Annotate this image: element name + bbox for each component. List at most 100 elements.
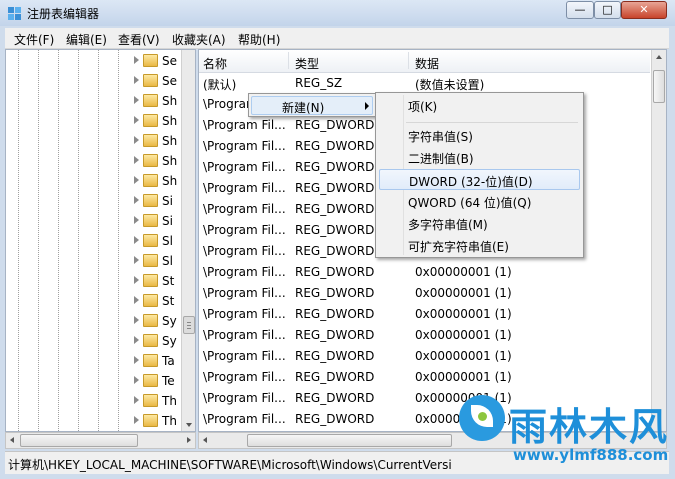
submenu-item-multi-string[interactable]: 多字符串值(M) — [379, 213, 580, 234]
tree-vertical-scrollbar[interactable] — [181, 50, 195, 431]
value-type: REG_DWORD — [295, 286, 375, 300]
table-row[interactable]: \Program Fil... REG_DWORD 0x00000001 (1) — [199, 325, 650, 346]
scroll-right-icon[interactable] — [187, 437, 191, 443]
scroll-up-icon[interactable] — [656, 55, 662, 59]
list-hscroll-thumb[interactable] — [247, 434, 452, 447]
submenu-item-string[interactable]: 字符串值(S) — [379, 125, 580, 146]
tree-item[interactable]: Si — [6, 211, 182, 231]
column-data-header[interactable]: 数据 — [415, 55, 439, 72]
menu-help[interactable]: 帮助(H) — [238, 31, 280, 48]
column-name-header[interactable]: 名称 — [203, 55, 227, 72]
tree-horizontal-scrollbar[interactable] — [5, 432, 196, 449]
tree-item[interactable]: Se — [6, 71, 182, 91]
expand-arrow-icon[interactable] — [134, 196, 139, 204]
expand-arrow-icon[interactable] — [134, 396, 139, 404]
value-name: \Program Fil... — [203, 412, 286, 426]
column-type-header[interactable]: 类型 — [295, 55, 319, 72]
tree-item[interactable]: St — [6, 291, 182, 311]
submenu-item-label: 项(K) — [408, 100, 438, 114]
tree-item[interactable]: Ta — [6, 351, 182, 371]
list-scroll-thumb[interactable] — [653, 70, 665, 103]
menu-view[interactable]: 查看(V) — [118, 31, 160, 48]
value-name: \Program Fil... — [203, 349, 286, 363]
tree-item[interactable]: Sh — [6, 111, 182, 131]
scroll-left-icon[interactable] — [10, 437, 14, 443]
folder-icon — [143, 254, 158, 267]
list-vertical-scrollbar[interactable] — [651, 50, 666, 431]
expand-arrow-icon[interactable] — [134, 416, 139, 424]
expand-arrow-icon[interactable] — [134, 96, 139, 104]
tree-item[interactable]: Th — [6, 411, 182, 431]
value-data: 0x00000001 (1) — [415, 286, 512, 300]
submenu-item-label: DWORD (32-位)值(D) — [409, 175, 533, 189]
expand-arrow-icon[interactable] — [134, 336, 139, 344]
folder-icon — [143, 374, 158, 387]
expand-arrow-icon[interactable] — [134, 376, 139, 384]
tree-item[interactable]: Sh — [6, 91, 182, 111]
tree-item-label: Sh — [162, 94, 178, 108]
context-menu-new-label: 新建(N) — [282, 101, 325, 115]
tree-item[interactable]: Sy — [6, 331, 182, 351]
scroll-left-icon[interactable] — [203, 437, 207, 443]
expand-arrow-icon[interactable] — [134, 316, 139, 324]
submenu-item-qword[interactable]: QWORD (64 位)值(Q) — [379, 191, 580, 212]
tree-item[interactable]: Th — [6, 391, 182, 411]
value-type: REG_SZ — [295, 76, 343, 90]
expand-arrow-icon[interactable] — [134, 156, 139, 164]
value-name: \Program Fil... — [203, 223, 286, 237]
tree-item[interactable]: Si — [6, 191, 182, 211]
table-row[interactable]: \Program Fil... REG_DWORD 0x00000001 (1) — [199, 367, 650, 388]
submenu-item-label: 可扩充字符串值(E) — [408, 240, 509, 254]
tree-item-label: Sh — [162, 114, 178, 128]
expand-arrow-icon[interactable] — [134, 176, 139, 184]
value-name: \Program Fil... — [203, 202, 286, 216]
submenu-item-binary[interactable]: 二进制值(B) — [379, 147, 580, 168]
tree-hscroll-thumb[interactable] — [20, 434, 138, 447]
submenu-item-key[interactable]: 项(K) — [379, 95, 580, 116]
menu-favorites[interactable]: 收藏夹(A) — [172, 31, 226, 48]
tree-item[interactable]: Se — [6, 51, 182, 71]
expand-arrow-icon[interactable] — [134, 76, 139, 84]
expand-arrow-icon[interactable] — [134, 356, 139, 364]
tree-item[interactable]: Sh — [6, 131, 182, 151]
expand-arrow-icon[interactable] — [134, 56, 139, 64]
table-row[interactable]: \Program Fil... REG_DWORD 0x00000001 (1) — [199, 346, 650, 367]
table-row[interactable]: \Program Fil... REG_DWORD 0x00000001 (1) — [199, 262, 650, 283]
folder-icon — [143, 134, 158, 147]
value-name: \Program Fil... — [203, 370, 286, 384]
expand-arrow-icon[interactable] — [134, 276, 139, 284]
table-row[interactable]: (默认) REG_SZ (数值未设置) — [199, 73, 650, 94]
expand-arrow-icon[interactable] — [134, 236, 139, 244]
menu-edit[interactable]: 编辑(E) — [66, 31, 107, 48]
tree-item[interactable]: Sh — [6, 151, 182, 171]
submenu-item-dword[interactable]: DWORD (32-位)值(D) — [379, 169, 580, 190]
minimize-button[interactable]: — — [566, 1, 594, 19]
value-data: 0x00000001 (1) — [415, 349, 512, 363]
value-type: REG_DWORD — [295, 160, 375, 174]
expand-arrow-icon[interactable] — [134, 216, 139, 224]
scroll-down-icon[interactable] — [186, 423, 192, 427]
tree-item[interactable]: Sy — [6, 311, 182, 331]
table-row[interactable]: \Program Fil... REG_DWORD 0x00000001 (1) — [199, 304, 650, 325]
value-name: (默认) — [203, 78, 237, 92]
tree-item[interactable]: Te — [6, 371, 182, 391]
value-name: \Program Fil... — [203, 118, 286, 132]
close-button[interactable]: ✕ — [621, 1, 667, 19]
expand-arrow-icon[interactable] — [134, 136, 139, 144]
title-bar[interactable]: 注册表编辑器 — □ ✕ — [0, 0, 675, 26]
tree-item[interactable]: Sl — [6, 231, 182, 251]
expand-arrow-icon[interactable] — [134, 296, 139, 304]
tree-item[interactable]: Sh — [6, 171, 182, 191]
submenu-item-expandable-string[interactable]: 可扩充字符串值(E) — [379, 235, 580, 256]
expand-arrow-icon[interactable] — [134, 116, 139, 124]
tree-scroll-thumb[interactable] — [183, 316, 195, 334]
expand-arrow-icon[interactable] — [134, 256, 139, 264]
tree-item[interactable]: St — [6, 271, 182, 291]
tree-item-label: Si — [162, 194, 173, 208]
tree-item[interactable]: Sl — [6, 251, 182, 271]
maximize-button[interactable]: □ — [594, 1, 621, 19]
menu-file[interactable]: 文件(F) — [14, 31, 54, 48]
context-menu-new[interactable]: 新建(N) — [251, 96, 373, 115]
table-row[interactable]: \Program Fil... REG_DWORD 0x00000001 (1) — [199, 283, 650, 304]
folder-icon — [143, 234, 158, 247]
